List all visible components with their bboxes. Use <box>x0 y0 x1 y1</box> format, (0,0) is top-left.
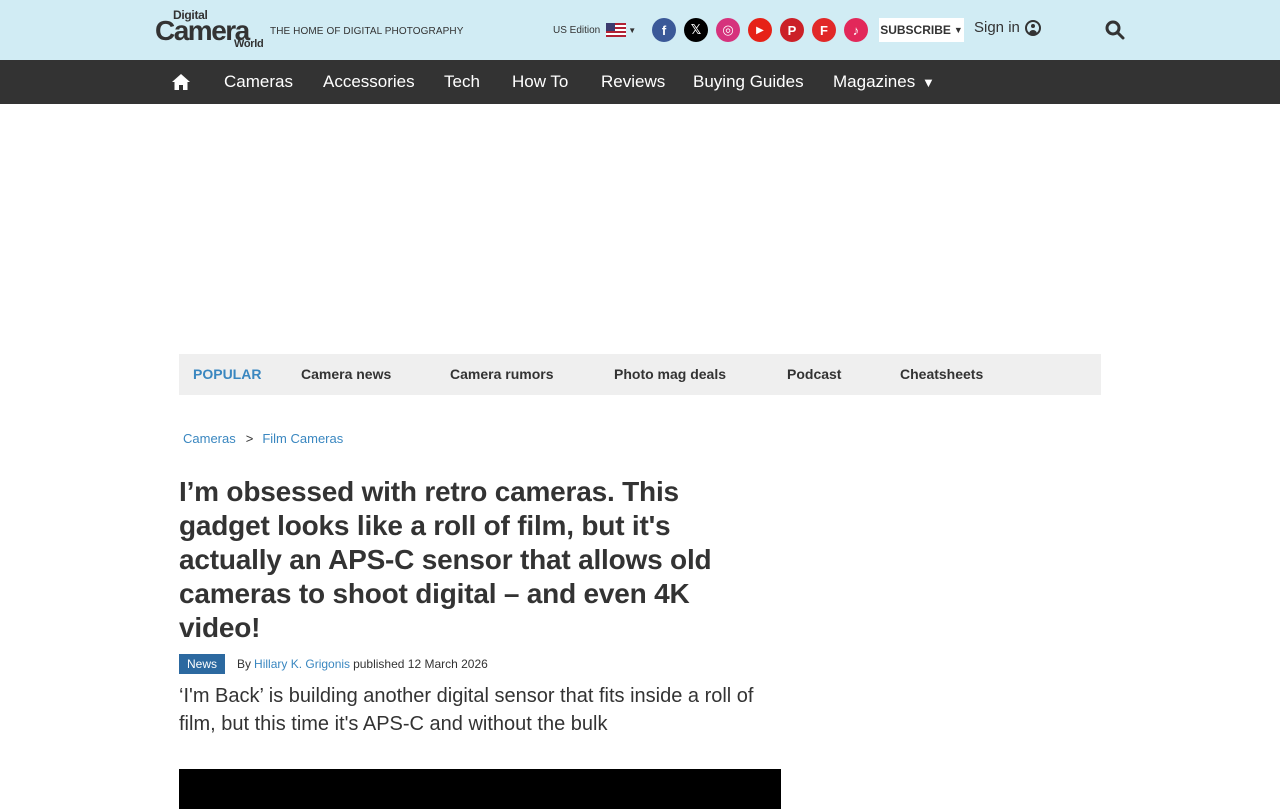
popular-link-podcast[interactable]: Podcast <box>787 366 841 382</box>
video-player[interactable] <box>179 769 781 809</box>
chevron-down-icon: ▼ <box>921 75 935 90</box>
chevron-down-icon: ▼ <box>628 25 637 35</box>
byline-by: By <box>237 657 252 671</box>
article-byline: News By Hillary K. Grigonis published 12… <box>179 654 488 674</box>
home-icon[interactable] <box>171 72 191 92</box>
nav-item-cameras[interactable]: Cameras <box>224 71 293 93</box>
breadcrumb-separator: > <box>245 431 254 446</box>
subscribe-label: SUBSCRIBE <box>880 23 951 37</box>
popular-label: POPULAR <box>193 366 262 382</box>
youtube-icon[interactable]: ▶ <box>748 18 772 42</box>
facebook-icon[interactable]: f <box>652 18 676 42</box>
breadcrumb-link-cameras[interactable]: Cameras <box>183 431 236 446</box>
breadcrumb-link-film-cameras[interactable]: Film Cameras <box>262 431 343 446</box>
user-icon <box>1024 19 1041 36</box>
popular-link-cheatsheets[interactable]: Cheatsheets <box>900 366 983 382</box>
published-date: published 12 March 2026 <box>353 657 488 671</box>
edition-label: US Edition <box>553 24 601 36</box>
popular-link-photo-mag-deals[interactable]: Photo mag deals <box>614 366 726 382</box>
instagram-icon[interactable]: ◎ <box>716 18 740 42</box>
popular-link-camera-rumors[interactable]: Camera rumors <box>450 366 554 382</box>
subscribe-button[interactable]: SUBSCRIBE ▼ <box>879 18 964 42</box>
sign-in-label: Sign in <box>974 19 1020 36</box>
breadcrumb: Cameras > Film Cameras <box>183 431 343 447</box>
pinterest-icon[interactable]: P <box>780 18 804 42</box>
us-flag-icon <box>606 23 627 37</box>
nav-item-magazines[interactable]: Magazines ▼ <box>833 71 935 94</box>
chevron-down-icon: ▼ <box>953 25 963 35</box>
nav-item-tech[interactable]: Tech <box>444 71 480 93</box>
nav-item-accessories[interactable]: Accessories <box>323 71 415 93</box>
sign-in-button[interactable]: Sign in <box>974 19 1041 36</box>
x-icon[interactable]: 𝕏 <box>684 18 708 42</box>
nav-item-how-to[interactable]: How To <box>512 71 568 93</box>
nav-item-reviews[interactable]: Reviews <box>601 71 665 93</box>
search-icon[interactable] <box>1105 20 1125 40</box>
popular-bar: POPULAR Camera news Camera rumors Photo … <box>179 354 1101 395</box>
popular-link-camera-news[interactable]: Camera news <box>301 366 391 382</box>
site-logo[interactable]: Digital Camera World <box>155 9 264 51</box>
edition-selector[interactable]: US Edition ▼ <box>553 23 636 37</box>
article-standfirst: ‘I'm Back’ is building another digital s… <box>179 685 754 735</box>
logo-line-3: World <box>234 38 264 50</box>
news-tag[interactable]: News <box>179 654 226 674</box>
article-headline: I’m obsessed with retro cameras. This ga… <box>179 476 712 643</box>
author-link[interactable]: Hillary K. Grigonis <box>254 657 350 671</box>
tiktok-icon[interactable]: ♪ <box>844 18 868 42</box>
flipboard-icon[interactable]: F <box>812 18 836 42</box>
nav-item-magazines-label: Magazines <box>833 72 916 91</box>
nav-item-buying-guides[interactable]: Buying Guides <box>693 71 804 93</box>
top-header: Digital Camera World THE HOME OF DIGITAL… <box>0 0 1280 60</box>
site-tagline: THE HOME OF DIGITAL PHOTOGRAPHY <box>270 26 464 37</box>
main-nav: Cameras Accessories Tech How To Reviews … <box>0 60 1280 104</box>
